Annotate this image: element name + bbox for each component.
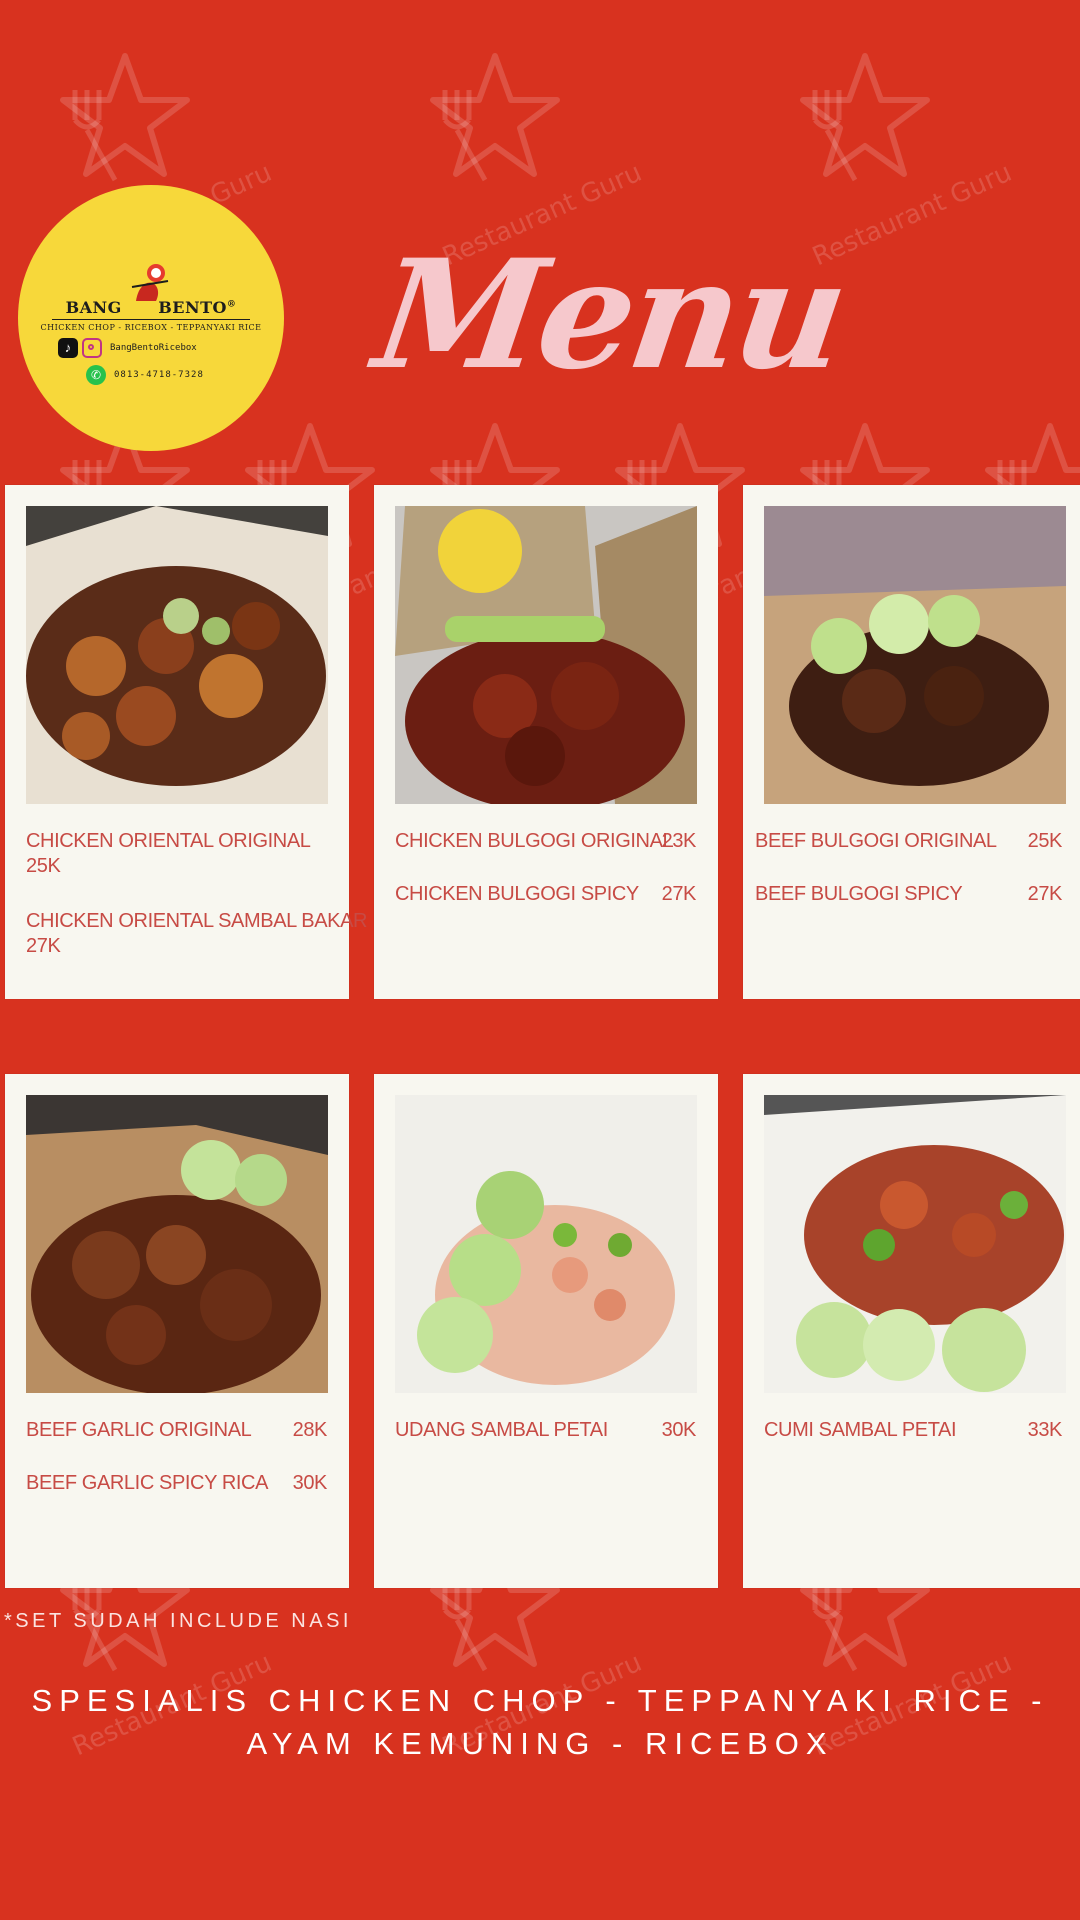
phone-number: 0813-4718-7328 (114, 370, 204, 380)
menu-card-chicken-bulgogi: CHICKEN BULGOGI ORIGINAL 23K CHICKEN BUL… (374, 485, 718, 999)
menu-card-beef-bulgogi: BEEF BULGOGI ORIGINAL 25K BEEF BULGOGI S… (743, 485, 1080, 999)
menu-item-price: 27K (1027, 883, 1063, 905)
menu-item-name: CHICKEN ORIENTAL ORIGINAL (26, 830, 311, 852)
beef-garlic-photo (26, 1095, 328, 1393)
menu-item-price: 25K (26, 855, 61, 877)
menu-item-price: 28K (292, 1419, 328, 1441)
logo-divider (52, 319, 250, 320)
menu-item-name: BEEF GARLIC SPICY RICA (26, 1472, 269, 1494)
menu-item-name: BEEF BULGOGI ORIGINAL (755, 830, 997, 852)
menu-item-price: 25K (1027, 830, 1063, 852)
contact-row: ✆ 0813-4718-7328 (86, 365, 204, 385)
menu-card-udang-sambal-petai: UDANG SAMBAL PETAI 30K (374, 1074, 718, 1588)
menu-item-name: CUMI SAMBAL PETAI (764, 1419, 957, 1441)
whatsapp-icon[interactable]: ✆ (86, 365, 106, 385)
brand-logo: BANG BENTO® CHICKEN CHOP - RICEBOX - TEP… (18, 185, 284, 451)
specialties-line-2: AYAM KEMUNING - RICEBOX (246, 1726, 834, 1761)
menu-card-cumi-sambal-petai: CUMI SAMBAL PETAI 33K (743, 1074, 1080, 1588)
chicken-bulgogi-photo (395, 506, 697, 804)
menu-item-name: CHICKEN ORIENTAL SAMBAL BAKAR (26, 910, 368, 932)
menu-item-name: BEEF BULGOGI SPICY (755, 883, 963, 905)
brand-name-left: BANG (65, 298, 122, 317)
menu-item-name: CHICKEN BULGOGI ORIGINAL (395, 830, 674, 852)
menu-item-name: UDANG SAMBAL PETAI (395, 1419, 608, 1441)
menu-item-name: CHICKEN BULGOGI SPICY (395, 883, 639, 905)
menu-item-price: 30K (661, 1419, 697, 1441)
specialties-line-1: SPESIALIS CHICKEN CHOP - TEPPANYAKI RICE… (31, 1683, 1049, 1718)
brand-tagline: CHICKEN CHOP - RICEBOX - TEPPANYAKI RICE (40, 323, 262, 332)
watermark-star-icon (795, 50, 935, 190)
brand-name: BANG BENTO® (18, 298, 284, 317)
menu-page: Restaurant Guru Restaurant Guru Restaurant… (0, 0, 1080, 1920)
menu-card-chicken-oriental: CHICKEN ORIENTAL ORIGINAL 25K CHICKEN OR… (5, 485, 367, 999)
rice-included-note: *SET SUDAH INCLUDE NASI (4, 1610, 352, 1632)
menu-item-price: 23K (661, 830, 697, 852)
registered-mark: ® (226, 299, 237, 310)
menu-item-price: 33K (1027, 1419, 1063, 1441)
social-handle: BangBentoRicebox (110, 343, 197, 353)
menu-title: Menu (365, 227, 854, 403)
menu-item-name: BEEF GARLIC ORIGINAL (26, 1419, 252, 1441)
menu-item-price: 27K (661, 883, 697, 905)
udang-sambal-petai-photo (395, 1095, 697, 1393)
social-row: ♪ BangBentoRicebox (58, 338, 197, 358)
menu-card-beef-garlic: BEEF GARLIC ORIGINAL 28K BEEF GARLIC SPI… (5, 1074, 349, 1588)
brand-name-right: BENTO (158, 298, 227, 317)
watermark-star-icon (425, 50, 565, 190)
chicken-oriental-photo (26, 506, 328, 804)
tiktok-icon[interactable]: ♪ (58, 338, 78, 358)
menu-item-price: 30K (292, 1472, 328, 1494)
cumi-sambal-petai-photo (764, 1095, 1066, 1393)
beef-bulgogi-photo (764, 506, 1066, 804)
watermark-star-icon (55, 50, 195, 190)
menu-item-price: 27K (26, 935, 61, 957)
instagram-icon[interactable] (82, 338, 102, 358)
